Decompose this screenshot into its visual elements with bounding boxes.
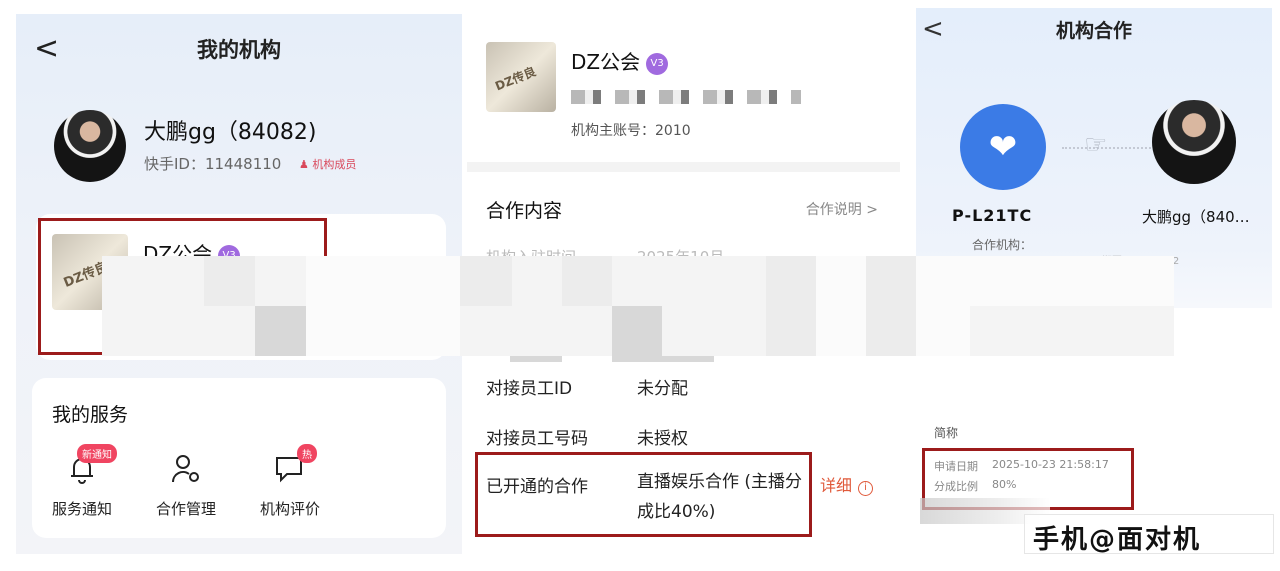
avatar[interactable]	[54, 110, 126, 182]
service-notification[interactable]: 新通知 服务通知	[40, 444, 124, 519]
mosaic-block	[612, 356, 714, 362]
handshake-icon: ☞	[1084, 130, 1108, 160]
org-name: DZ公会 V3	[571, 46, 669, 75]
service-label: 合作管理	[155, 500, 216, 518]
mosaic-block	[866, 256, 916, 356]
detail-link-label: 详细	[820, 476, 853, 495]
person-gear-icon	[169, 452, 203, 486]
service-org-review[interactable]: 热 机构评价	[248, 444, 332, 519]
partner-org-label: 合作机构：	[972, 238, 1033, 252]
org-logo-text: DZ传良	[493, 64, 538, 94]
highlight-box	[475, 452, 812, 537]
mosaic-block	[204, 256, 255, 306]
avatar	[1152, 100, 1236, 184]
chat-bubble-icon: 热	[273, 444, 317, 486]
mosaic-block	[510, 356, 562, 362]
user-id: 快手ID：11448110	[144, 155, 282, 173]
staff-id-value: 未分配	[637, 379, 688, 399]
detail-link[interactable]: 详细 i	[820, 472, 874, 496]
collage: < 我的机构 大鹏gg（84082) 快手ID：11448110 ♟ 机构成员 …	[0, 0, 1280, 571]
user-name: 大鹏gg（840…	[1142, 208, 1250, 226]
mosaic-block	[460, 256, 512, 306]
org-name-label: DZ公会	[571, 50, 641, 74]
section-divider	[467, 162, 900, 172]
hot-tag: 热	[297, 444, 317, 463]
redacted-text	[571, 90, 801, 104]
service-label: 服务通知	[51, 500, 112, 518]
master-account: 机构主账号：2010	[571, 123, 691, 139]
watermark: 手机@面对机	[1024, 514, 1274, 555]
org-logo: DZ传良	[486, 42, 556, 112]
bell-icon: 新通知	[65, 444, 117, 486]
info-icon[interactable]: i	[858, 481, 874, 496]
mosaic-block	[970, 306, 1174, 356]
mosaic-block	[766, 256, 816, 356]
service-label: 机构评价	[259, 500, 320, 518]
org-short-name: P-L21TC	[952, 206, 1033, 225]
member-badge-label: 机构成员	[312, 158, 357, 171]
mosaic-block	[306, 256, 460, 356]
section-title: 合作内容	[486, 200, 563, 222]
user-name: 大鹏gg（84082)	[144, 120, 317, 145]
staff-number-value: 未授权	[637, 429, 688, 449]
service-cooperation-management[interactable]: 合作管理	[144, 452, 228, 519]
mosaic-block	[255, 306, 306, 356]
services-title: 我的服务	[52, 404, 129, 426]
v3-badge-icon: V3	[646, 52, 669, 75]
handshake-heart-icon: ❤	[960, 104, 1046, 190]
staff-id-label: 对接员工ID	[486, 379, 573, 399]
short-name-label: 简称	[934, 426, 959, 440]
page-title: 我的机构	[197, 38, 281, 62]
page-title: 机构合作	[1055, 20, 1132, 42]
staff-number-label: 对接员工号码	[486, 429, 588, 449]
cooperation-explain-link[interactable]: 合作说明 >	[806, 199, 878, 219]
mosaic-block	[612, 306, 662, 356]
mosaic-block	[562, 256, 612, 306]
member-badge: ♟ 机构成员	[299, 156, 356, 172]
person-icon: ♟	[299, 158, 309, 171]
watermark-text: 手机@面对机	[1033, 525, 1202, 555]
new-notice-tag: 新通知	[77, 444, 117, 463]
